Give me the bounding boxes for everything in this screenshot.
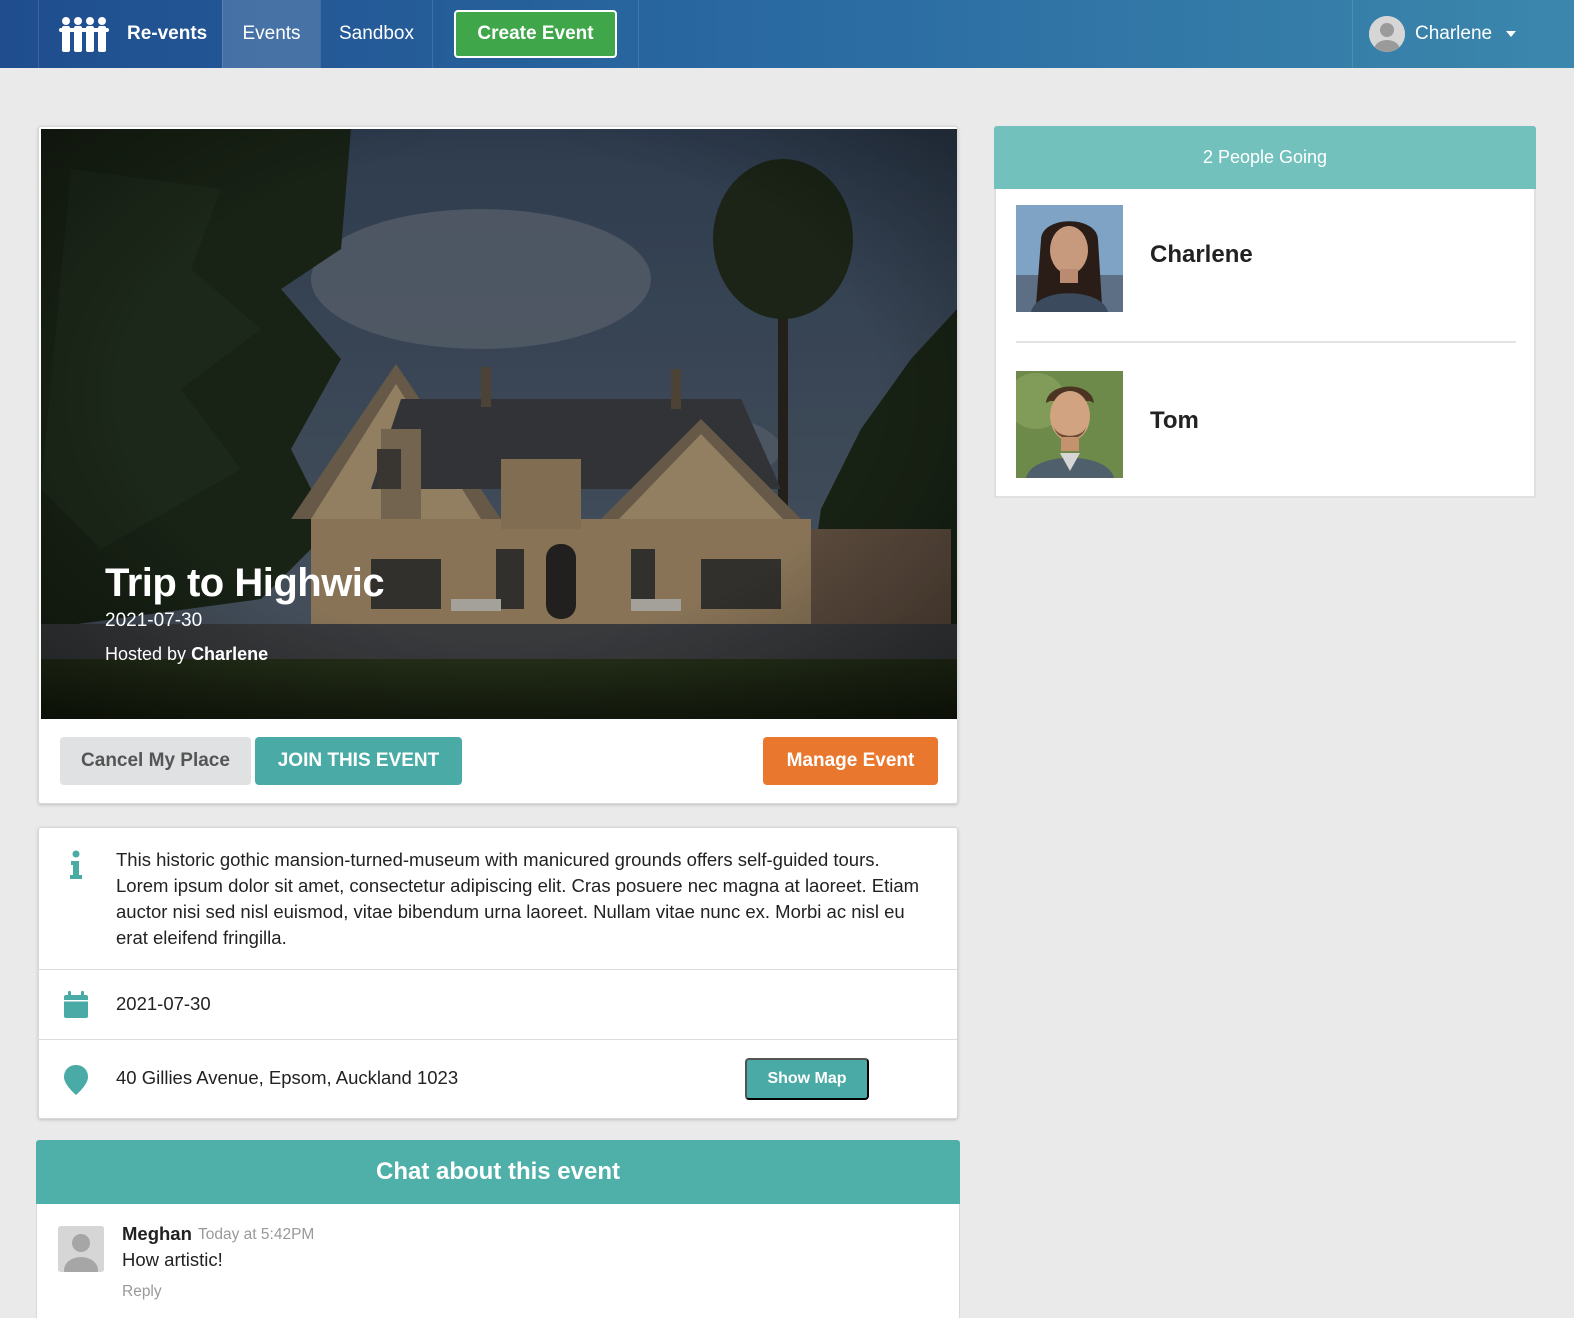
event-venue: 40 Gillies Avenue, Epsom, Auckland 1023 xyxy=(116,1067,459,1088)
comment-author[interactable]: Meghan xyxy=(122,1223,192,1245)
description-row: This historic gothic mansion-turned-muse… xyxy=(39,828,957,970)
people-logo-icon xyxy=(59,17,109,52)
user-menu[interactable]: Charlene xyxy=(1352,0,1574,68)
date-row: 2021-07-30 xyxy=(39,970,957,1040)
user-placeholder-icon xyxy=(1369,16,1405,52)
nav-sandbox[interactable]: Sandbox xyxy=(320,0,432,68)
avatar xyxy=(1016,205,1123,312)
event-header-card: Trip to Highwic 2021-07-30 Hosted by Cha… xyxy=(38,126,958,804)
user-placeholder-icon xyxy=(58,1226,104,1272)
nav-events[interactable]: Events xyxy=(222,0,320,68)
hosted-by-label: Hosted by xyxy=(105,644,187,664)
nav-events-label: Events xyxy=(242,23,301,44)
create-event-wrapper: Create Event xyxy=(432,0,639,68)
create-event-button[interactable]: Create Event xyxy=(454,10,617,58)
chat-header: Chat about this event xyxy=(36,1140,960,1204)
user-avatar xyxy=(1369,16,1405,52)
user-name: Charlene xyxy=(1415,23,1493,44)
event-details-card: This historic gothic mansion-turned-muse… xyxy=(38,827,958,1119)
avatar xyxy=(1016,371,1123,478)
venue-row: 40 Gillies Avenue, Epsom, Auckland 1023 … xyxy=(39,1040,957,1118)
manage-event-button[interactable]: Manage Event xyxy=(763,737,938,785)
event-date: 2021-07-30 xyxy=(105,610,203,631)
map-marker-icon xyxy=(64,1065,88,1095)
calendar-icon xyxy=(64,991,88,1018)
cancel-place-button[interactable]: Cancel My Place xyxy=(60,737,251,785)
join-event-button[interactable]: JOIN THIS EVENT xyxy=(255,737,462,785)
event-hero-text: Trip to Highwic 2021-07-30 Hosted by Cha… xyxy=(105,561,385,665)
nav-sandbox-label: Sandbox xyxy=(338,23,414,44)
brand-name: Re-vents xyxy=(127,23,208,44)
attendees-header: 2 People Going xyxy=(994,126,1536,189)
attendee-name: Charlene xyxy=(1150,241,1253,268)
attendees-count: 2 People Going xyxy=(1202,147,1328,167)
chevron-down-icon xyxy=(1506,31,1517,37)
event-actions: Cancel My Place JOIN THIS EVENT Manage E… xyxy=(39,719,957,803)
event-host: Hosted by Charlene xyxy=(105,644,384,665)
list-item[interactable]: Tom xyxy=(1016,371,1516,479)
host-name[interactable]: Charlene xyxy=(191,644,268,664)
comment-avatar xyxy=(58,1226,104,1272)
event-title: Trip to Highwic xyxy=(105,561,385,605)
attendee-photo-charlene xyxy=(1016,205,1123,312)
show-map-button[interactable]: Show Map xyxy=(745,1058,869,1100)
chat-body: Meghan Today at 5:42PM How artistic! Rep… xyxy=(36,1204,960,1318)
attendees-list: Charlene Tom xyxy=(994,189,1536,498)
attendee-photo-tom xyxy=(1016,371,1123,478)
event-details-date: 2021-07-30 xyxy=(116,993,211,1014)
event-description: This historic gothic mansion-turned-muse… xyxy=(116,849,920,948)
attendee-name: Tom xyxy=(1150,407,1199,434)
brand-link[interactable]: Re-vents xyxy=(38,0,222,68)
comment-reply-link[interactable]: Reply xyxy=(122,1283,162,1301)
info-icon xyxy=(70,850,82,879)
list-item[interactable]: Charlene xyxy=(1016,205,1516,343)
comment-time: Today at 5:42PM xyxy=(198,1226,315,1243)
event-hero-image: Trip to Highwic 2021-07-30 Hosted by Cha… xyxy=(41,129,957,719)
comment-text: How artistic! xyxy=(122,1249,223,1270)
chat-title: Chat about this event xyxy=(375,1158,621,1185)
top-navbar: Re-vents Events Sandbox Create Event Cha… xyxy=(0,0,1574,68)
